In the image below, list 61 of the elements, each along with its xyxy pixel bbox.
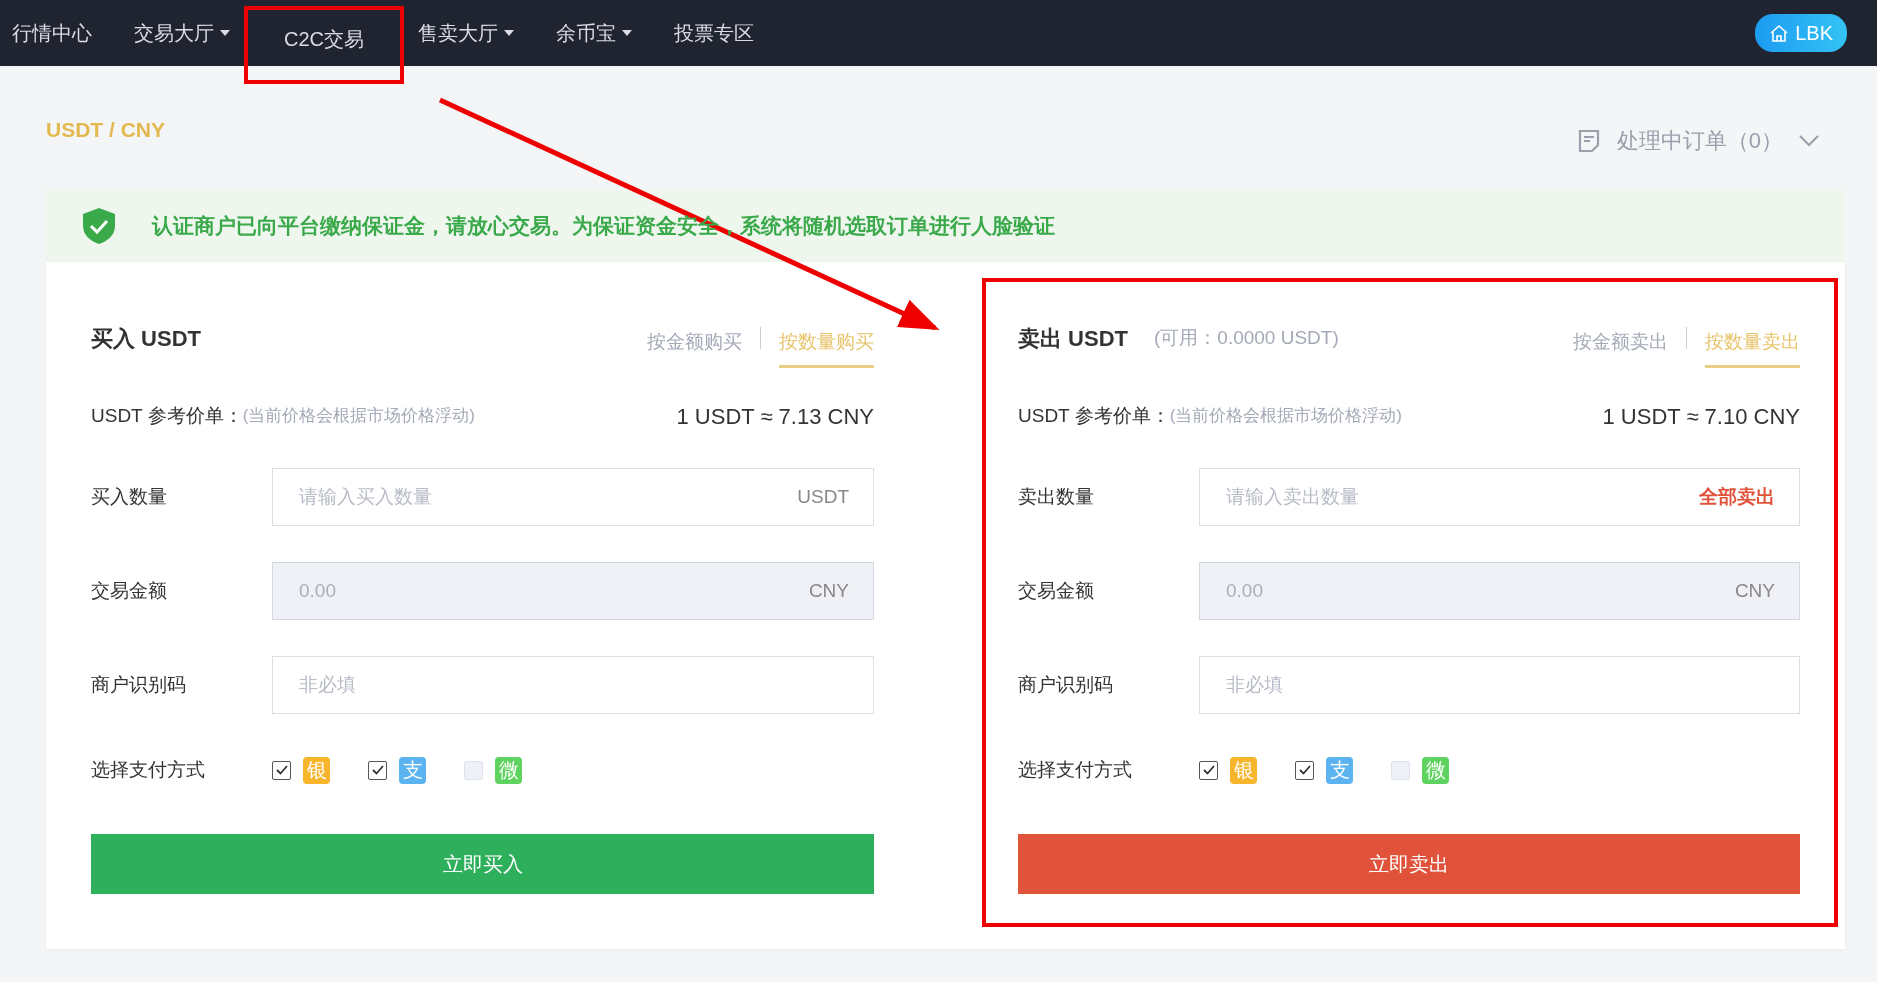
field-label: 交易金额 <box>1018 578 1095 603</box>
payment-method-icon: 银 <box>303 756 330 784</box>
checkbox[interactable] <box>1199 760 1218 780</box>
price-note: (当前价格会根据市场价格浮动) <box>1169 405 1402 428</box>
price-note: (当前价格会根据市场价格浮动) <box>242 405 475 428</box>
mode-tab[interactable]: 按金额购买 <box>647 322 742 368</box>
checkmark-icon <box>371 765 384 775</box>
chevron-down-icon <box>1799 134 1819 147</box>
submit-button[interactable]: 立即买入 <box>91 834 874 894</box>
field-label: 选择支付方式 <box>91 757 206 782</box>
text-input[interactable]: 请输入卖出数量 <box>1224 477 1699 517</box>
available-balance: (可用：0.0000 USDT) <box>1154 325 1339 350</box>
sell-all-link[interactable]: 全部卖出 <box>1699 482 1775 512</box>
checkmark-icon <box>275 765 288 775</box>
submit-button[interactable]: 立即卖出 <box>1018 834 1800 894</box>
payment-method-icon: 银 <box>1230 756 1257 784</box>
field-label: 买入数量 <box>91 484 168 509</box>
nav-link[interactable]: C2C交易 <box>244 6 404 84</box>
unit-label: CNY <box>808 578 849 603</box>
input-field[interactable]: 非必填 <box>1199 656 1800 714</box>
reference-price: 1 USDT ≈ 7.13 CNY <box>676 402 874 431</box>
nav-link[interactable]: 行情中心 <box>0 0 104 66</box>
input-field[interactable]: 请输入买入数量 USDT <box>272 468 874 526</box>
account-button[interactable]: LBK <box>1755 14 1847 52</box>
field-label: 卖出数量 <box>1018 484 1095 509</box>
payment-method-icon: 微 <box>1422 756 1449 784</box>
panel-title: 卖出 USDT <box>1018 324 1128 353</box>
nav-link[interactable]: 投票专区 <box>662 0 766 66</box>
checkbox[interactable] <box>368 760 387 780</box>
unit-label: USDT <box>797 484 849 509</box>
field-label: 商户识别码 <box>1018 672 1114 697</box>
reference-price: 1 USDT ≈ 7.10 CNY <box>1602 402 1800 431</box>
input-field[interactable]: 非必填 <box>272 656 874 714</box>
unit-label: CNY <box>1734 578 1775 603</box>
nav-link[interactable]: 交易大厅 <box>122 0 242 66</box>
pair-title: USDT / CNY <box>46 117 165 143</box>
text-input[interactable]: 请输入买入数量 <box>297 477 798 517</box>
payment-method-icon: 微 <box>495 756 522 784</box>
price-label: USDT 参考价单： <box>1018 403 1170 428</box>
text-input[interactable]: 非必填 <box>297 665 849 705</box>
checkmark-icon <box>1202 765 1215 775</box>
panel-title: 买入 USDT <box>91 324 201 353</box>
nav-link[interactable]: 余币宝 <box>544 0 644 66</box>
document-icon <box>1576 128 1601 153</box>
payment-method-icon: 支 <box>399 756 426 784</box>
pending-orders-label: 处理中订单（0） <box>1616 127 1783 155</box>
checkbox[interactable] <box>1295 760 1314 780</box>
field-label: 选择支付方式 <box>1018 757 1133 782</box>
field-label: 交易金额 <box>91 578 168 603</box>
checkbox[interactable] <box>272 760 291 780</box>
nav-link[interactable]: 售卖大厅 <box>406 0 526 66</box>
text-input[interactable]: 非必填 <box>1224 665 1775 705</box>
house-icon <box>1769 24 1790 42</box>
price-label: USDT 参考价单： <box>91 403 243 428</box>
checkmark-icon <box>1298 765 1311 775</box>
payment-method-icon: 支 <box>1326 756 1353 784</box>
shield-check-icon <box>82 207 116 245</box>
field-label: 商户识别码 <box>91 672 187 697</box>
pending-orders-dropdown[interactable]: 处理中订单（0） <box>1570 123 1825 158</box>
mode-tab[interactable]: 按金额卖出 <box>1573 322 1668 368</box>
input-field[interactable]: 请输入卖出数量 全部卖出 <box>1199 468 1800 526</box>
